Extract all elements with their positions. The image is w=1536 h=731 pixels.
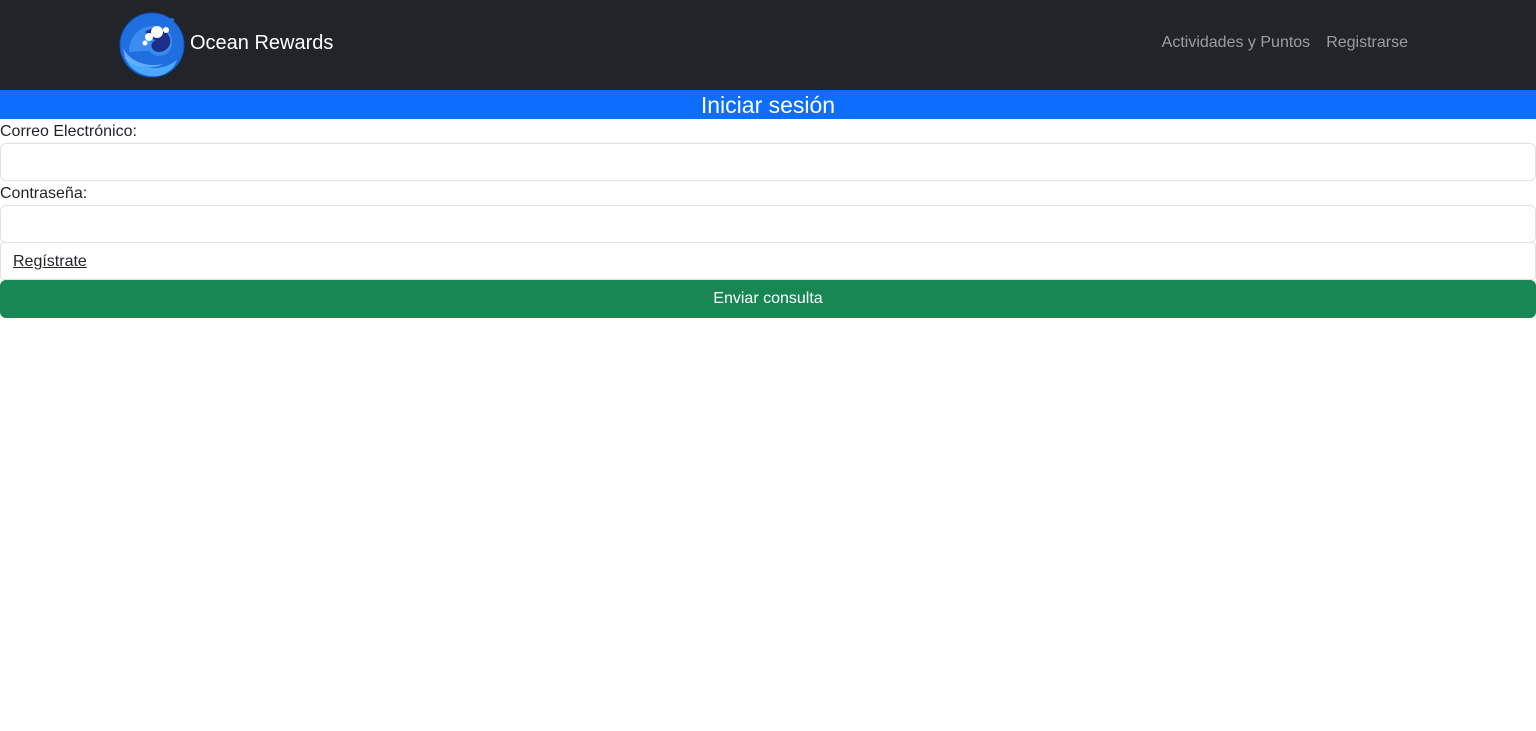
register-link-container: Regístrate	[0, 242, 1536, 280]
nav-link-actividades[interactable]: Actividades y Puntos	[1162, 34, 1311, 52]
top-navbar: Ocean Rewards Actividades y Puntos Regis…	[0, 0, 1536, 90]
page-title: Iniciar sesión	[0, 90, 1536, 119]
brand-name: Ocean Rewards	[190, 31, 334, 54]
password-label: Contraseña:	[0, 185, 88, 202]
email-label: Correo Electrónico:	[0, 123, 137, 140]
register-link[interactable]: Regístrate	[13, 251, 87, 273]
ocean-wave-icon	[119, 12, 185, 78]
nav-links: Actividades y Puntos Registrarse	[1162, 34, 1408, 52]
password-field[interactable]	[0, 205, 1536, 243]
submit-button[interactable]: Enviar consulta	[0, 280, 1536, 318]
nav-link-registrarse[interactable]: Registrarse	[1326, 34, 1408, 52]
brand-link[interactable]: Ocean Rewards	[119, 12, 333, 78]
email-field[interactable]	[0, 143, 1536, 181]
